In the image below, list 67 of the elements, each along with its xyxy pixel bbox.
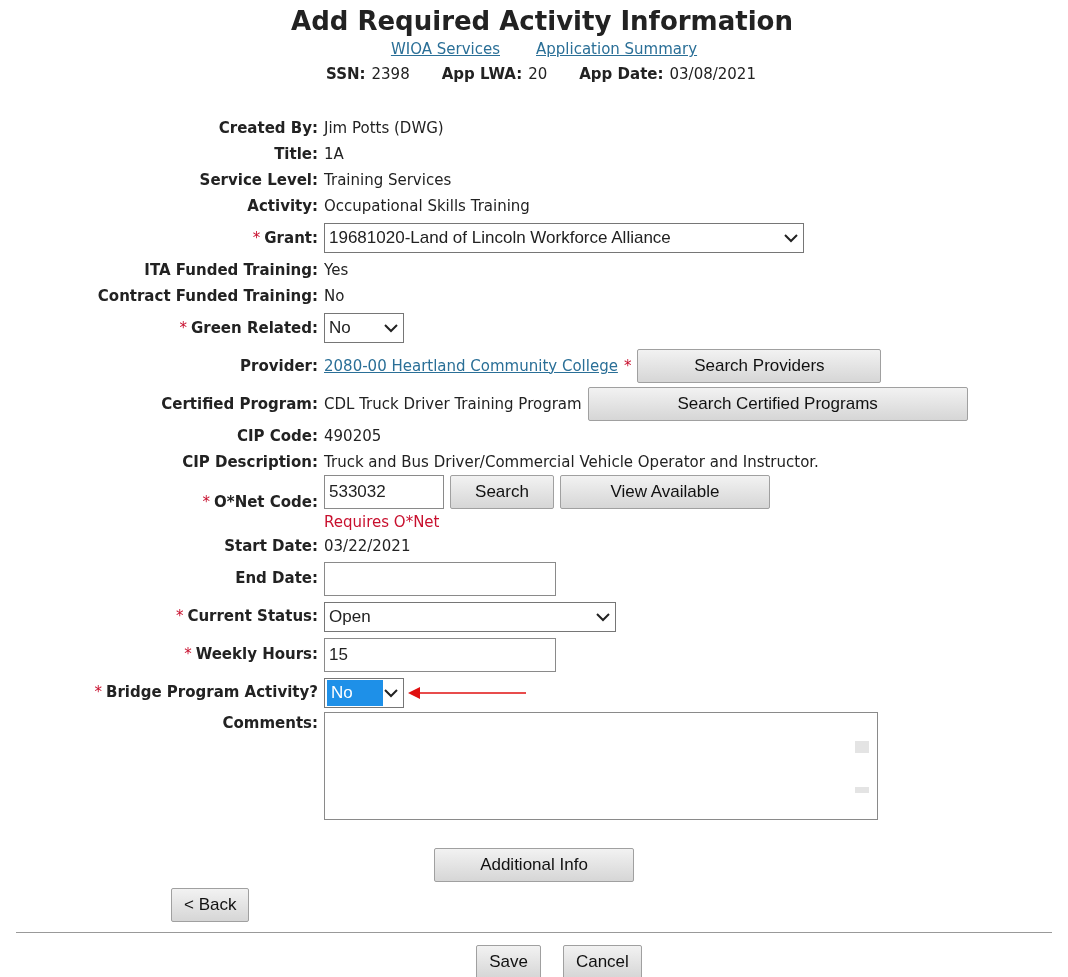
summary-label: App LWA:: [441, 63, 523, 85]
dropdown[interactable]: No: [324, 313, 404, 343]
nav-link[interactable]: WIOA Services: [390, 38, 500, 61]
summary-label: App Date:: [579, 63, 664, 85]
text-field[interactable]: [324, 561, 556, 596]
field-label: Green Related:: [190, 317, 318, 339]
action-button[interactable]: View Available: [560, 475, 770, 509]
field-label: Service Level:: [199, 169, 318, 191]
required-marker: *: [94, 682, 102, 704]
action-button[interactable]: Search Certified Programs: [587, 387, 968, 421]
required-marker: *: [184, 644, 192, 666]
chevron-down-icon: [383, 687, 399, 698]
action-button[interactable]: Search Providers: [637, 349, 882, 383]
action-button[interactable]: Search: [450, 475, 554, 509]
text-field[interactable]: 15: [324, 637, 556, 672]
comments-field[interactable]: [324, 711, 878, 820]
nav-link[interactable]: Application Summary: [536, 38, 698, 61]
form-button[interactable]: Save: [476, 944, 541, 977]
page-title: Add Required Activity Information: [291, 5, 793, 38]
summary-value: 03/08/2021: [669, 63, 756, 85]
field-label: Certified Program:: [161, 393, 318, 415]
required-marker: *: [623, 355, 632, 377]
error-message: Requires O*Net: [324, 512, 441, 533]
field-label: Created By:: [218, 117, 318, 139]
field-label: ITA Funded Training:: [144, 259, 318, 281]
text-field[interactable]: 533032: [324, 475, 444, 509]
field-label: Grant:: [264, 227, 318, 249]
field-label: Activity:: [247, 195, 318, 217]
summary-label: SSN:: [326, 63, 366, 85]
field-value: 03/22/2021: [324, 536, 411, 558]
field-value: Yes: [324, 259, 349, 281]
form-button[interactable]: Cancel: [562, 944, 642, 977]
required-marker: *: [252, 227, 261, 249]
field-label: Bridge Program Activity?: [105, 682, 318, 704]
field-label: CIP Description:: [182, 451, 318, 473]
field-value: No: [324, 285, 345, 307]
field-value: Occupational Skills Training: [324, 195, 530, 217]
required-marker: *: [175, 606, 184, 628]
provider-link[interactable]: 2080-00 Heartland Community College: [324, 354, 618, 378]
field-label: End Date:: [235, 568, 318, 590]
summary-value: 2398: [371, 63, 410, 85]
field-label: CIP Code:: [236, 425, 318, 447]
chevron-down-icon: [595, 611, 611, 622]
field-value: 1A: [324, 143, 344, 165]
scrollbar[interactable]: [855, 740, 869, 793]
field-label: Contract Funded Training:: [97, 285, 318, 307]
field-label: Weekly Hours:: [195, 644, 318, 666]
required-marker: *: [179, 317, 187, 339]
field-label: Current Status:: [187, 606, 318, 628]
field-value: CDL Truck Driver Training Program: [324, 393, 582, 415]
additional-info-button[interactable]: Additional Info: [434, 847, 634, 882]
chevron-down-icon: [783, 233, 799, 243]
field-label: Provider:: [240, 355, 318, 377]
field-label: O*Net Code:: [214, 492, 318, 513]
dropdown[interactable]: Open: [324, 601, 616, 632]
field-label: Start Date:: [224, 536, 318, 558]
field-value: 490205: [324, 425, 382, 447]
required-marker: *: [202, 492, 211, 513]
chevron-down-icon: [383, 323, 399, 333]
summary-value: 20: [528, 63, 548, 85]
field-label: Title:: [274, 143, 318, 165]
dropdown[interactable]: 19681020-Land of Lincoln Workforce Alliance: [324, 223, 804, 253]
field-value: Truck and Bus Driver/Commercial Vehicle Operator and Instructor.: [324, 451, 819, 473]
field-value: Training Services: [324, 169, 452, 191]
field-value: Jim Potts (DWG): [324, 117, 444, 139]
back-button[interactable]: < Back: [171, 887, 250, 922]
field-label: Comments:: [222, 712, 318, 734]
